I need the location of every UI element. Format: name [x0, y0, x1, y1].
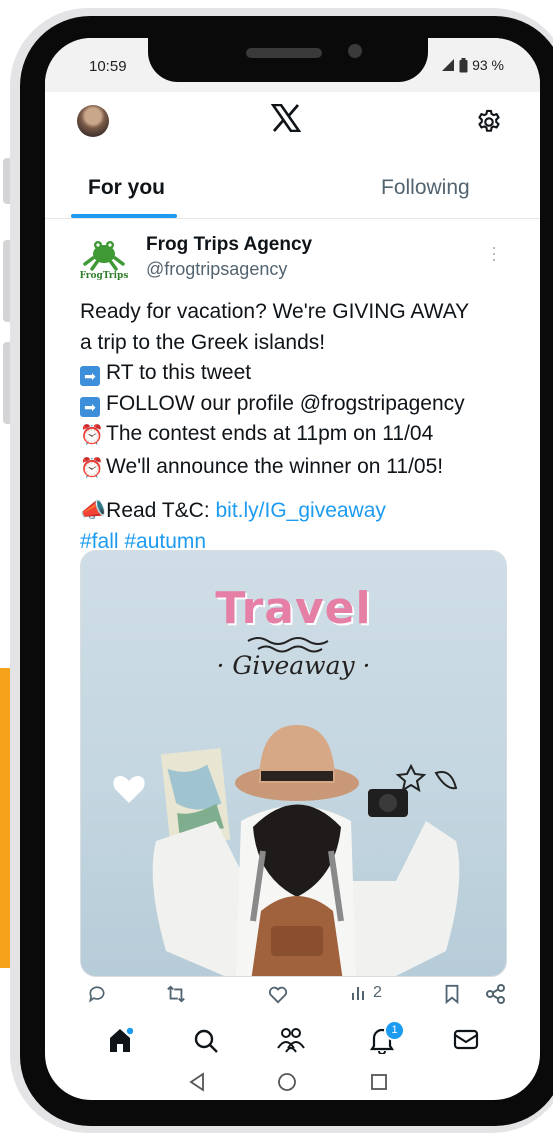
communities-icon[interactable]: [275, 1026, 307, 1054]
author-name[interactable]: Frog Trips Agency: [146, 234, 312, 256]
arrow-right-emoji-icon: ➡: [80, 366, 100, 386]
reply-icon[interactable]: [87, 984, 107, 1004]
tweet-bullet: ⏰ We'll announce the winner on 11/05!: [80, 452, 530, 485]
home-icon[interactable]: [107, 1026, 133, 1054]
svg-text:FrogTrips: FrogTrips: [80, 271, 128, 281]
battery-icon: [459, 57, 468, 72]
profile-avatar[interactable]: [77, 105, 109, 137]
notifications-button[interactable]: 1: [369, 1020, 405, 1059]
phone-screen: 10:59 93 % For you Following FrogTrips F…: [45, 38, 540, 1100]
frog-trips-logo[interactable]: FrogTrips: [80, 236, 128, 282]
megaphone-emoji-icon: 📣: [80, 499, 107, 522]
front-camera: [348, 44, 362, 58]
traveler-illustration: [113, 725, 460, 976]
share-icon[interactable]: [485, 984, 507, 1004]
top-app-bar: [45, 92, 540, 152]
arrow-right-emoji-icon: ➡: [80, 396, 100, 417]
status-indicators: 93 %: [441, 57, 504, 73]
terms-label: Read T&C:: [106, 499, 216, 522]
camera-notch: [148, 38, 428, 82]
home-circle-icon[interactable]: [277, 1072, 297, 1092]
tweet-bullet: ➡ FOLLOW our profile @frogstripagency: [80, 389, 530, 420]
terms-link[interactable]: bit.ly/IG_giveaway: [215, 499, 385, 522]
tab-following[interactable]: Following: [381, 176, 470, 200]
speaker-grill: [246, 48, 322, 58]
notification-badge: 1: [384, 1020, 405, 1041]
battery-level: 93 %: [472, 57, 504, 73]
recents-icon[interactable]: [370, 1073, 388, 1091]
views-count[interactable]: 2: [351, 984, 382, 1002]
terms-line: 📣Read T&C: bit.ly/IG_giveaway: [80, 496, 530, 527]
tweet-action-bar: 2: [45, 984, 540, 1010]
status-time: 10:59: [89, 58, 127, 75]
views-number: 2: [373, 984, 382, 1001]
active-tab-indicator: [71, 214, 177, 218]
like-icon[interactable]: [267, 984, 289, 1004]
tweet-header: FrogTrips Frog Trips Agency @frogtripsag…: [45, 228, 540, 288]
alarm-clock-emoji-icon: ⏰: [80, 457, 104, 479]
tweet-text: Ready for vacation? We're GIVING AWAY a …: [80, 297, 530, 557]
x-logo-icon: [271, 104, 301, 132]
messages-icon[interactable]: [453, 1028, 479, 1052]
tweet-line: a trip to the Greek islands!: [80, 330, 326, 354]
views-icon: [352, 987, 364, 1000]
retweet-icon[interactable]: [165, 984, 187, 1004]
gear-icon[interactable]: [475, 108, 503, 136]
alarm-clock-emoji-icon: ⏰: [80, 425, 104, 446]
tweet-bullet: ➡ RT to this tweet: [80, 358, 530, 389]
tweet-media-image[interactable]: Travel · Giveaway ·: [80, 550, 507, 977]
system-navigation: [45, 1068, 540, 1098]
bookmark-icon[interactable]: [443, 984, 461, 1004]
back-icon[interactable]: [188, 1072, 206, 1092]
search-icon[interactable]: [193, 1028, 219, 1054]
tab-for-you[interactable]: For you: [88, 176, 165, 200]
tweet-bullet: ⏰ The contest ends at 11pm on 11/04: [80, 419, 530, 452]
author-handle[interactable]: @frogtripsagency: [146, 259, 287, 280]
more-options-icon[interactable]: · · ·: [491, 238, 497, 268]
tweet-line: Ready for vacation? We're GIVING AWAY: [80, 300, 470, 323]
bottom-navigation: 1: [45, 1020, 540, 1059]
signal-icon: [442, 59, 455, 71]
timeline-tabs: For you Following: [45, 158, 540, 219]
